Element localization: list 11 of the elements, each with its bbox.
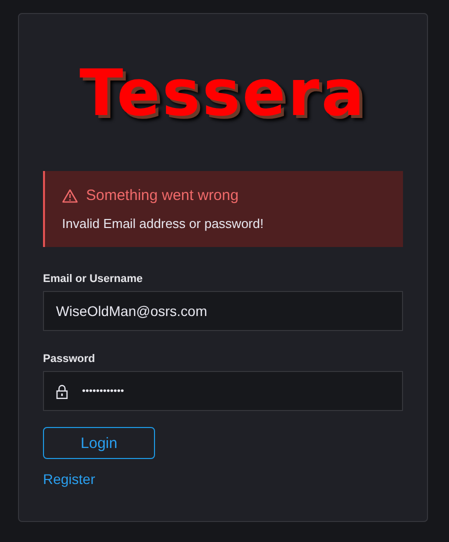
password-field[interactable]: •••••••••••• xyxy=(43,371,403,411)
field-label: Email or Username xyxy=(43,273,144,285)
alert-message: Invalid Email address or password! xyxy=(62,216,265,231)
email-field[interactable]: WiseOldMan@osrs.com xyxy=(43,291,403,331)
alert-title: Something went wrong xyxy=(86,187,239,204)
register-link[interactable]: Register xyxy=(43,471,96,487)
login-button[interactable]: Login xyxy=(43,427,155,459)
warning-icon xyxy=(62,188,78,202)
field-label: Password xyxy=(43,353,96,365)
lock-icon xyxy=(56,384,68,398)
logo: Tessera xyxy=(80,56,366,133)
